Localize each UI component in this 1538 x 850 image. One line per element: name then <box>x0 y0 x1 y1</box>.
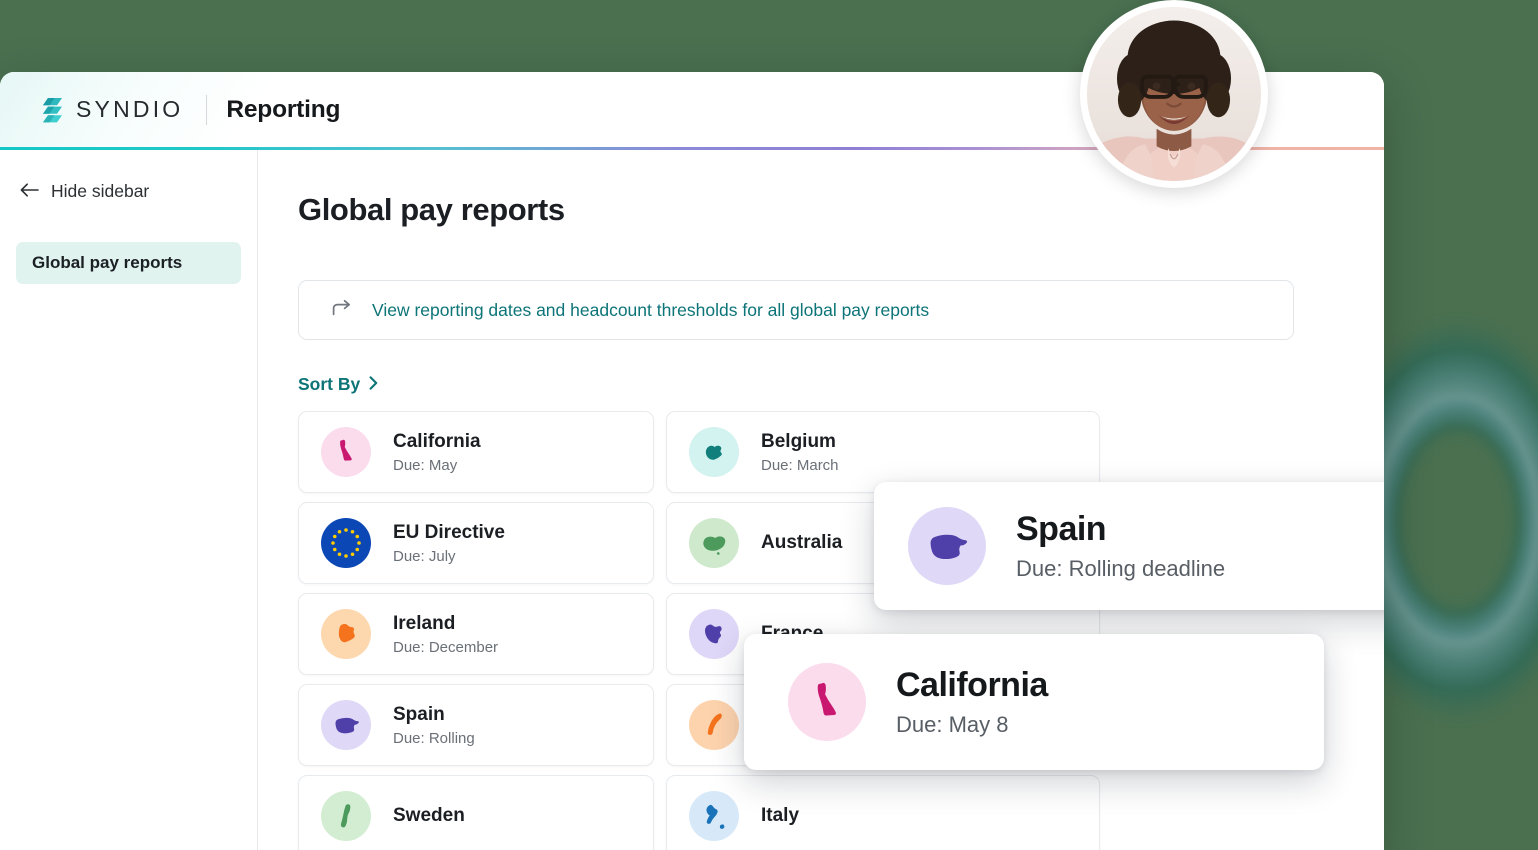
page-title: Global pay reports <box>298 192 565 227</box>
report-card-text: Belgium Due: March <box>761 430 839 474</box>
report-card-text: Ireland Due: December <box>393 612 498 656</box>
report-card-title: Belgium <box>761 431 836 453</box>
report-card-title: Ireland <box>393 613 456 635</box>
sidebar-nav-list: Global pay reports <box>0 242 257 284</box>
reporting-dates-banner[interactable]: View reporting dates and headcount thres… <box>298 280 1294 340</box>
italy-map-icon <box>689 791 739 841</box>
sort-by-label: Sort By <box>298 374 361 394</box>
norway-map-icon <box>689 700 739 750</box>
app-window: SYNDIO Reporting Hide sidebar Global pay… <box>0 72 1384 850</box>
ireland-map-icon <box>321 609 371 659</box>
report-card-text: California Due: May <box>393 430 481 474</box>
report-card[interactable]: Italy <box>666 775 1100 850</box>
report-card-text: Spain Due: Rolling <box>393 703 475 747</box>
sort-by-control[interactable]: Sort By <box>298 374 378 395</box>
report-card[interactable]: Belgium Due: March <box>666 411 1100 493</box>
floating-card-spain[interactable]: Spain Due: Rolling deadline <box>874 482 1384 610</box>
spain-map-icon <box>908 507 986 585</box>
belgium-map-icon <box>689 427 739 477</box>
report-card-title: California <box>393 431 481 453</box>
california-map-icon <box>321 427 371 477</box>
report-card-due: Due: December <box>393 638 499 656</box>
report-card-title: Italy <box>761 805 800 827</box>
spain-map-icon <box>321 700 371 750</box>
report-card-text: Australia <box>761 531 842 555</box>
floating-card-text: California Due: May 8 <box>896 666 1048 737</box>
arrow-left-icon <box>20 181 39 202</box>
sidebar-item-global-pay-reports[interactable]: Global pay reports <box>16 242 241 284</box>
report-card-title: EU Directive <box>393 522 505 544</box>
floating-card-text: Spain Due: Rolling deadline <box>1016 510 1225 581</box>
avatar <box>1080 0 1268 188</box>
report-card-due: Due: July <box>393 547 456 565</box>
syndio-logo-icon <box>42 97 63 123</box>
brand-logo[interactable]: SYNDIO <box>42 96 183 123</box>
france-map-icon <box>689 609 739 659</box>
report-card-title: Australia <box>761 532 843 554</box>
header-divider <box>206 94 208 125</box>
hide-sidebar-label: Hide sidebar <box>51 180 150 201</box>
sweden-map-icon <box>321 791 371 841</box>
user-portrait-photo <box>1087 7 1261 181</box>
report-card-title: Sweden <box>393 805 465 827</box>
page-section-title: Reporting <box>226 95 341 123</box>
report-card-text: Sweden <box>393 804 465 828</box>
report-card-text: Italy <box>761 804 799 828</box>
reporting-dates-link[interactable]: View reporting dates and headcount thres… <box>372 300 929 321</box>
australia-map-icon <box>689 518 739 568</box>
report-card[interactable]: EU Directive Due: July <box>298 502 654 584</box>
logo-wordmark: SYNDIO <box>76 96 184 122</box>
report-card-text: EU Directive Due: July <box>393 521 505 565</box>
sidebar: Hide sidebar Global pay reports <box>0 150 258 850</box>
floating-card-title: Spain <box>1016 510 1107 549</box>
share-arrow-icon <box>332 299 352 321</box>
report-card-due: Due: March <box>761 456 839 474</box>
hide-sidebar-button[interactable]: Hide sidebar <box>0 176 257 206</box>
sidebar-item-label: Global pay reports <box>32 253 183 272</box>
report-card-title: Spain <box>393 704 445 726</box>
floating-card-title: California <box>896 666 1048 705</box>
floating-card-due: Due: May 8 <box>896 711 1009 737</box>
report-card-grid: California Due: May Belgium Due: March E… <box>298 411 1302 850</box>
chevron-right-icon <box>369 374 378 395</box>
report-card[interactable]: Ireland Due: December <box>298 593 654 675</box>
floating-card-california[interactable]: California Due: May 8 <box>744 634 1324 770</box>
floating-card-due: Due: Rolling deadline <box>1016 555 1226 581</box>
eu-flag-icon <box>321 518 371 568</box>
report-card[interactable]: California Due: May <box>298 411 654 493</box>
california-map-icon <box>788 663 866 741</box>
report-card-due: Due: May <box>393 456 458 474</box>
report-card-due: Due: Rolling <box>393 729 475 747</box>
report-card[interactable]: Spain Due: Rolling <box>298 684 654 766</box>
report-card[interactable]: Sweden <box>298 775 654 850</box>
